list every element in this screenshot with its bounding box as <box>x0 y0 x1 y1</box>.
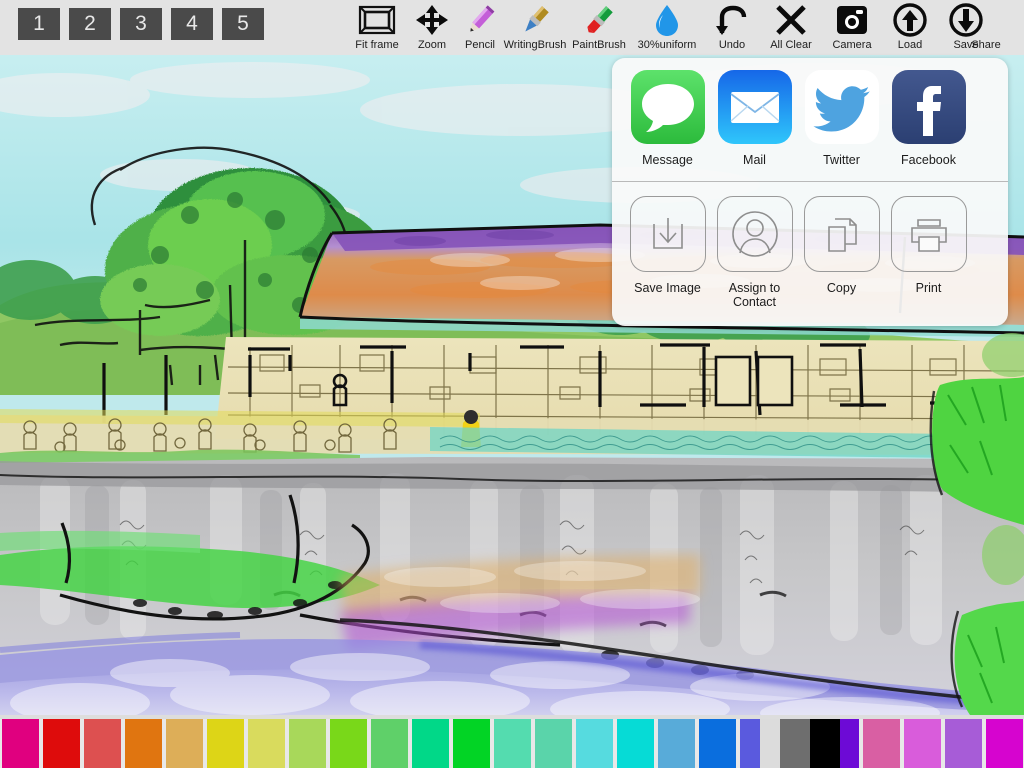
save-image-icon <box>630 196 706 272</box>
color-swatch-12[interactable] <box>451 719 492 768</box>
camera-icon <box>836 2 868 38</box>
share-action-copy[interactable]: Copy <box>798 196 885 309</box>
contact-person-icon <box>717 196 793 272</box>
color-swatch-2[interactable] <box>41 719 82 768</box>
share-action-label: Twitter <box>823 153 860 167</box>
page-button-3[interactable]: 3 <box>120 8 162 40</box>
twitter-bird-icon <box>805 70 879 144</box>
tool-load[interactable]: Load <box>882 2 938 51</box>
tool-label: PaintBrush <box>572 39 626 51</box>
share-action-save-image[interactable]: Save Image <box>624 196 711 309</box>
share-action-assign-to-contact[interactable]: Assign to Contact <box>711 196 798 309</box>
zoom-move-icon <box>415 2 449 38</box>
color-swatch-5[interactable] <box>164 719 205 768</box>
color-swatch-10[interactable] <box>369 719 410 768</box>
share-sheet-popup[interactable]: Message Mail Twitter <box>612 58 1008 326</box>
color-swatch-11[interactable] <box>410 719 451 768</box>
tool-label: All Clear <box>770 39 812 51</box>
load-up-arrow-icon <box>893 2 927 38</box>
close-x-icon <box>775 2 807 38</box>
color-swatch-strip <box>0 719 1024 768</box>
tool-camera[interactable]: Camera <box>822 2 882 51</box>
share-apps-row: Message Mail Twitter <box>612 58 1008 167</box>
tool-zoom[interactable]: Zoom <box>406 2 458 51</box>
color-swatch-23[interactable] <box>902 719 943 768</box>
tool-undo[interactable]: Undo <box>704 2 760 51</box>
facebook-f-icon <box>892 70 966 144</box>
share-action-twitter[interactable]: Twitter <box>798 70 885 167</box>
tool-label: Fit frame <box>355 39 398 51</box>
color-swatch-3[interactable] <box>82 719 123 768</box>
tool-label: Zoom <box>418 39 446 51</box>
page-button-4[interactable]: 4 <box>171 8 213 40</box>
writing-brush-icon <box>518 2 552 38</box>
color-swatch-13[interactable] <box>492 719 533 768</box>
color-swatch-24[interactable] <box>943 719 984 768</box>
mail-envelope-icon <box>718 70 792 144</box>
tool-label: WritingBrush <box>504 39 567 51</box>
color-swatch-7[interactable] <box>246 719 287 768</box>
color-swatch-16[interactable] <box>615 719 656 768</box>
tool-paint-brush[interactable]: PaintBrush <box>568 2 630 51</box>
color-swatch-6[interactable] <box>205 719 246 768</box>
color-swatch-14[interactable] <box>533 719 574 768</box>
app-root: 1 2 3 4 5 Fit frame <box>0 0 1024 768</box>
message-bubble-icon <box>631 70 705 144</box>
fit-frame-icon <box>358 2 396 38</box>
share-action-label: Copy <box>827 281 856 295</box>
share-action-label: Message <box>642 153 693 167</box>
share-action-label: Assign to Contact <box>711 281 798 309</box>
undo-arrow-icon <box>715 2 749 38</box>
share-action-label: Facebook <box>901 153 956 167</box>
color-swatch-15[interactable] <box>574 719 615 768</box>
copy-pages-icon <box>804 196 880 272</box>
share-action-label: Save Image <box>634 281 701 295</box>
printer-icon <box>891 196 967 272</box>
color-swatch-1[interactable] <box>0 719 41 768</box>
tool-label: 30%uniform <box>638 39 697 51</box>
share-action-label: Mail <box>743 153 766 167</box>
save-down-arrow-icon <box>949 2 983 38</box>
share-action-message[interactable]: Message <box>624 70 711 167</box>
color-swatch-25[interactable] <box>984 719 1024 768</box>
share-actions-row: Save Image Assign to Contact <box>612 182 1008 309</box>
gray-swatch-2[interactable] <box>780 719 810 768</box>
page-button-5[interactable]: 5 <box>222 8 264 40</box>
tool-label: Share <box>971 39 1000 51</box>
color-swatch-18[interactable] <box>697 719 738 768</box>
tool-label: Undo <box>719 39 745 51</box>
top-toolbar: 1 2 3 4 5 Fit frame <box>0 0 1024 55</box>
tool-opacity-uniform[interactable]: 30%uniform <box>630 2 704 51</box>
page-selector: 1 2 3 4 5 <box>18 8 264 40</box>
gray-swatch-3[interactable] <box>810 719 840 768</box>
tool-label: Camera <box>832 39 871 51</box>
tool-all-clear[interactable]: All Clear <box>760 2 822 51</box>
color-swatch-17[interactable] <box>656 719 697 768</box>
page-button-1[interactable]: 1 <box>18 8 60 40</box>
color-swatch-9[interactable] <box>328 719 369 768</box>
tool-label: Load <box>898 39 922 51</box>
tool-writing-brush[interactable]: WritingBrush <box>502 2 568 51</box>
paint-brush-icon <box>582 2 616 38</box>
gray-swatch-group <box>760 719 840 768</box>
color-swatch-8[interactable] <box>287 719 328 768</box>
pencil-icon <box>463 2 497 38</box>
tool-fit-frame[interactable]: Fit frame <box>348 2 406 51</box>
tool-strip: Fit frame Zoom <box>348 2 994 51</box>
color-swatch-22[interactable] <box>861 719 902 768</box>
tool-label: Pencil <box>465 39 495 51</box>
color-swatch-4[interactable] <box>123 719 164 768</box>
gray-swatch-1[interactable] <box>760 719 780 768</box>
share-action-facebook[interactable]: Facebook <box>885 70 972 167</box>
water-drop-icon <box>653 2 681 38</box>
share-action-print[interactable]: Print <box>885 196 972 309</box>
share-action-label: Print <box>916 281 942 295</box>
share-action-mail[interactable]: Mail <box>711 70 798 167</box>
bottom-palette-bar <box>0 715 1024 768</box>
page-button-2[interactable]: 2 <box>69 8 111 40</box>
tool-pencil[interactable]: Pencil <box>458 2 502 51</box>
